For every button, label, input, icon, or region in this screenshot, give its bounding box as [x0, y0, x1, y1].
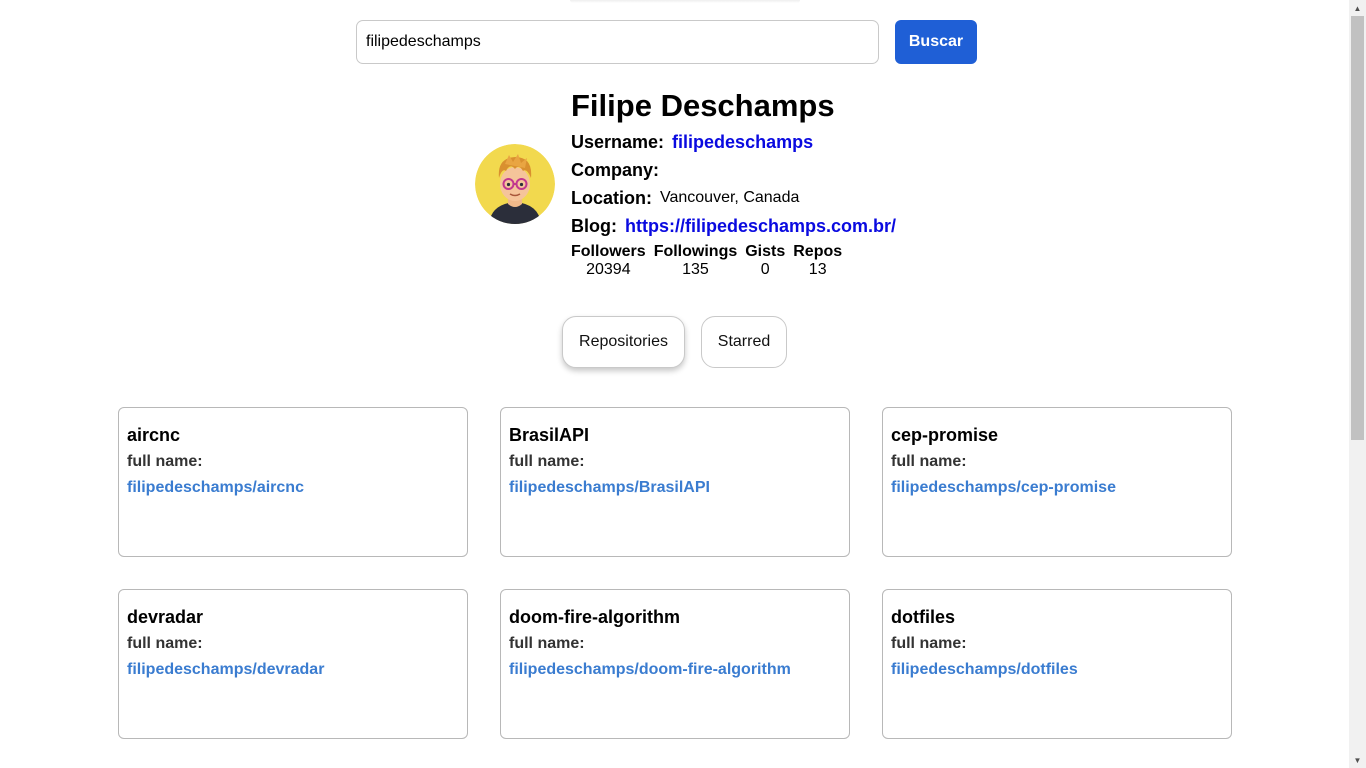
- repo-link[interactable]: filipedeschamps/dotfiles: [891, 660, 1223, 680]
- stat-followings: Followings 135: [654, 243, 738, 279]
- username-label: Username:: [571, 131, 665, 152]
- stat-label: Followings: [653, 243, 738, 260]
- tab-starred[interactable]: Starred: [701, 316, 787, 368]
- stat-gists: Gists 0: [745, 243, 785, 279]
- company-label: Company:: [571, 159, 660, 180]
- repo-full-name-label: full name:: [509, 635, 585, 652]
- repo-card[interactable]: devradar full name: filipedeschamps/devr…: [118, 589, 468, 739]
- username-row: Username: filipedeschamps: [571, 130, 813, 154]
- stat-label: Repos: [793, 243, 843, 260]
- tab-repositories[interactable]: Repositories: [562, 316, 685, 368]
- stat-value: 20394: [586, 261, 631, 278]
- repo-full-name-label: full name:: [509, 453, 585, 470]
- blog-row: Blog: https://filipedeschamps.com.br/: [571, 214, 896, 238]
- repo-card[interactable]: doom-fire-algorithm full name: filipedes…: [500, 589, 850, 739]
- repo-link[interactable]: filipedeschamps/doom-fire-algorithm: [509, 660, 841, 680]
- stat-value: 0: [760, 261, 770, 278]
- location-value: Vancouver, Canada: [660, 189, 800, 206]
- stat-repos: Repos 13: [793, 243, 842, 279]
- repo-full-name-label: full name:: [127, 453, 203, 470]
- repo-full-name-label: full name:: [127, 635, 203, 652]
- repo-full-name-label: full name:: [891, 635, 967, 652]
- repo-card[interactable]: dotfiles full name: filipedeschamps/dotf…: [882, 589, 1232, 739]
- username-link[interactable]: filipedeschamps: [672, 132, 813, 153]
- repo-link[interactable]: filipedeschamps/devradar: [127, 660, 459, 680]
- scrollbar-thumb[interactable]: [1351, 16, 1364, 440]
- blog-label: Blog:: [571, 215, 617, 236]
- stat-value: 13: [808, 261, 827, 278]
- repo-name: aircnc: [127, 425, 181, 445]
- company-row: Company:: [571, 158, 667, 182]
- scroll-up-icon[interactable]: ▲: [1349, 0, 1366, 16]
- top-edge-shadow: [570, 0, 800, 3]
- repo-full-name-label: full name:: [891, 453, 967, 470]
- repo-name: BrasilAPI: [509, 425, 590, 445]
- repo-link[interactable]: filipedeschamps/BrasilAPI: [509, 478, 841, 498]
- repo-card[interactable]: BrasilAPI full name: filipedeschamps/Bra…: [500, 407, 850, 557]
- repo-card[interactable]: cep-promise full name: filipedeschamps/c…: [882, 407, 1232, 557]
- location-label: Location:: [571, 187, 652, 208]
- stat-label: Followers: [571, 243, 646, 260]
- avatar-image: [475, 144, 555, 224]
- profile-stats: Followers 20394 Followings 135 Gists 0 R…: [571, 243, 842, 279]
- repo-name: dotfiles: [891, 607, 956, 627]
- profile-name: Filipe Deschamps: [571, 88, 835, 123]
- location-row: Location: Vancouver, Canada: [571, 186, 799, 210]
- repo-name: cep-promise: [891, 425, 999, 445]
- repo-link[interactable]: filipedeschamps/aircnc: [127, 478, 459, 498]
- scroll-down-icon[interactable]: ▼: [1349, 752, 1366, 768]
- repo-card[interactable]: aircnc full name: filipedeschamps/aircnc: [118, 407, 468, 557]
- repo-name: devradar: [127, 607, 204, 627]
- avatar: [475, 144, 555, 224]
- stat-followers: Followers 20394: [571, 243, 646, 279]
- repo-link[interactable]: filipedeschamps/cep-promise: [891, 478, 1223, 498]
- repo-name: doom-fire-algorithm: [509, 607, 680, 627]
- search-button[interactable]: Buscar: [895, 20, 977, 64]
- stat-value: 135: [682, 261, 709, 278]
- stat-label: Gists: [745, 243, 786, 260]
- blog-link[interactable]: https://filipedeschamps.com.br/: [625, 216, 896, 237]
- search-input[interactable]: [356, 20, 879, 64]
- page: Buscar Filipe Deschamps Username: filipe…: [0, 0, 1349, 768]
